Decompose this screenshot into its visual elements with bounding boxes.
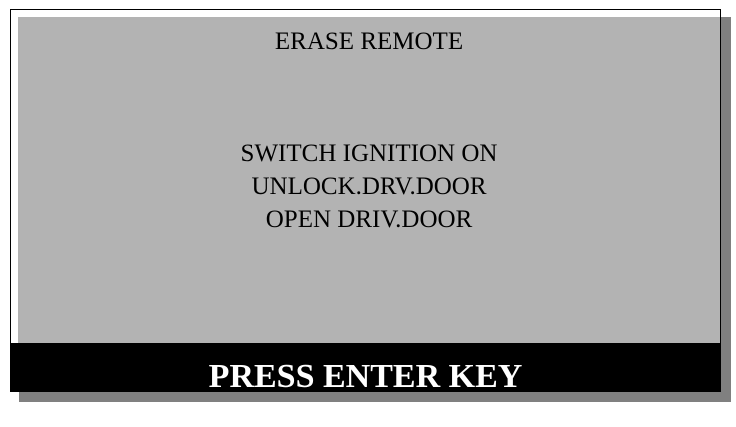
instruction-switch-ignition: SWITCH IGNITION ON [240, 140, 498, 167]
instruction-list: SWITCH IGNITION ON UNLOCK.DRV.DOOR OPEN … [18, 137, 720, 236]
press-enter-prompt: PRESS ENTER KEY [10, 343, 721, 395]
screen-title: ERASE REMOTE [274, 28, 464, 55]
display-screen: ERASE REMOTE SWITCH IGNITION ON UNLOCK.D… [18, 17, 720, 343]
instruction-open-door: OPEN DRIV.DOOR [265, 206, 473, 233]
instruction-unlock-door: UNLOCK.DRV.DOOR [251, 173, 487, 200]
